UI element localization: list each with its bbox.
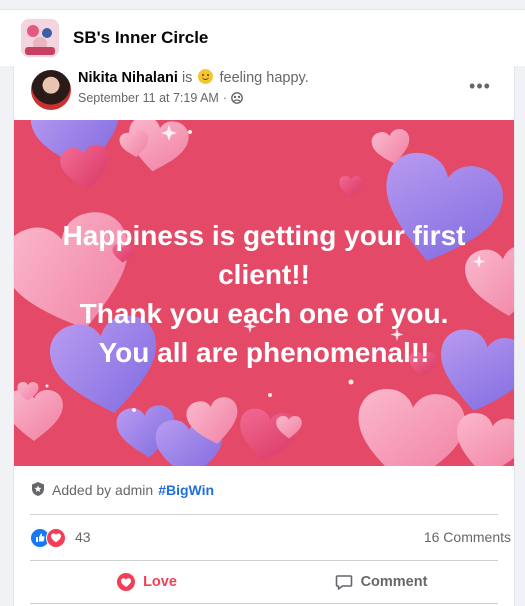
post-image-text: Happiness is getting your first client!!… [14, 216, 514, 372]
comments-count[interactable]: 16 Comments [424, 529, 511, 545]
love-button[interactable]: Love [30, 561, 264, 603]
post-date[interactable]: September 11 at 7:19 AM [78, 91, 219, 105]
post-author-line: Nikita Nihalani is feeling happy. [78, 69, 309, 86]
reactions-row: 43 16 Comments [30, 514, 511, 561]
group-title[interactable]: SB's Inner Circle [73, 28, 208, 48]
image-text-line: Thank you each one of you. [79, 298, 449, 329]
reaction-count[interactable]: 43 [75, 529, 91, 545]
love-icon [117, 573, 136, 591]
post-card: Nikita Nihalani is feeling happy. Septem… [13, 66, 515, 606]
author-avatar[interactable] [31, 70, 71, 110]
more-options-icon[interactable]: ••• [466, 75, 494, 97]
post-image[interactable]: Happiness is getting your first client!!… [14, 120, 514, 466]
meta-separator: · [222, 91, 227, 105]
group-privacy-icon [231, 92, 243, 104]
group-header: SB's Inner Circle [0, 10, 525, 66]
image-text-line: You all are phenomenal!! [98, 337, 430, 368]
admin-shield-icon [30, 481, 46, 500]
added-by-admin: Added by admin [52, 482, 154, 498]
hashtag-link[interactable]: #BigWin [158, 482, 214, 498]
image-text-line: Happiness is getting your first [62, 220, 466, 251]
post-header: Nikita Nihalani is feeling happy. Septem… [14, 66, 514, 120]
love-reaction-icon [46, 528, 66, 548]
happy-emoji-icon [198, 69, 214, 84]
feeling-text: feeling happy. [219, 70, 309, 86]
love-label: Love [143, 574, 177, 590]
is-text: is [181, 70, 193, 86]
reaction-icons[interactable] [30, 528, 66, 548]
actions-row: Love Comment [30, 560, 498, 604]
comment-icon [335, 575, 352, 590]
author-name[interactable]: Nikita Nihalani [78, 70, 178, 86]
admin-row: Added by admin #BigWin [30, 480, 214, 500]
image-text-line: client!! [218, 259, 310, 290]
group-avatar[interactable] [21, 19, 59, 57]
post-meta-line: September 11 at 7:19 AM · [78, 91, 243, 105]
comment-label: Comment [360, 574, 428, 590]
comment-button[interactable]: Comment [264, 561, 498, 603]
